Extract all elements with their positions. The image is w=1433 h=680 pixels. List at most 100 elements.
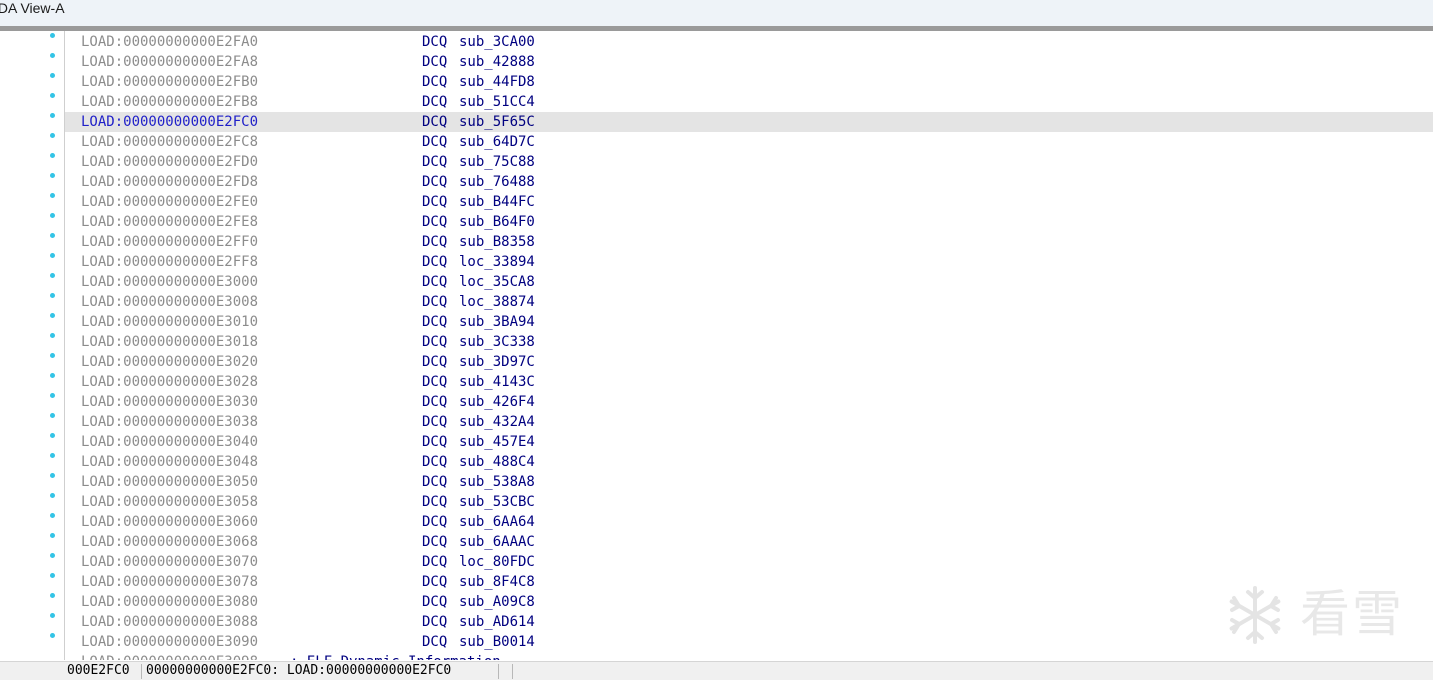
row-address[interactable]: LOAD:00000000000E3030 [81, 392, 258, 412]
row-mnemonic[interactable]: DCQ [422, 472, 447, 492]
row-address[interactable]: LOAD:00000000000E2FC0 [81, 112, 258, 132]
row-operand[interactable]: sub_5F65C [459, 112, 535, 132]
row-operand[interactable]: sub_426F4 [459, 392, 535, 412]
listing-row[interactable]: LOAD:00000000000E2FB0 DCQ sub_44FD8 [65, 72, 1433, 92]
row-mnemonic[interactable]: DCQ [422, 492, 447, 512]
listing-row[interactable]: LOAD:00000000000E2FD0 DCQ sub_75C88 [65, 152, 1433, 172]
row-mnemonic[interactable]: DCQ [422, 112, 447, 132]
row-operand[interactable]: sub_76488 [459, 172, 535, 192]
row-mnemonic[interactable]: DCQ [422, 612, 447, 632]
row-operand[interactable]: sub_457E4 [459, 432, 535, 452]
row-address[interactable]: LOAD:00000000000E2FD8 [81, 172, 258, 192]
disassembly-listing[interactable]: LOAD:00000000000E2FA0 DCQ sub_3CA00 LOAD:00… [65, 31, 1433, 660]
arrow-gutter[interactable] [0, 31, 62, 660]
listing-row[interactable]: LOAD:00000000000E3018 DCQ sub_3C338 [65, 332, 1433, 352]
listing-row[interactable]: LOAD:00000000000E3008 DCQ loc_38874 [65, 292, 1433, 312]
row-address[interactable]: LOAD:00000000000E3010 [81, 312, 258, 332]
row-address[interactable]: LOAD:00000000000E3088 [81, 612, 258, 632]
row-address[interactable]: LOAD:00000000000E3050 [81, 472, 258, 492]
breakpoint-dot-icon[interactable] [50, 393, 55, 398]
breakpoint-dot-icon[interactable] [50, 493, 55, 498]
breakpoint-dot-icon[interactable] [50, 373, 55, 378]
row-mnemonic[interactable]: DCQ [422, 412, 447, 432]
row-mnemonic[interactable]: DCQ [422, 392, 447, 412]
breakpoint-dot-icon[interactable] [50, 133, 55, 138]
row-mnemonic[interactable]: DCQ [422, 292, 447, 312]
row-mnemonic[interactable]: DCQ [422, 452, 447, 472]
row-address[interactable]: LOAD:00000000000E3078 [81, 572, 258, 592]
row-mnemonic[interactable]: DCQ [422, 332, 447, 352]
row-operand[interactable]: sub_B8358 [459, 232, 535, 252]
row-mnemonic[interactable]: DCQ [422, 632, 447, 652]
row-address[interactable]: LOAD:00000000000E3040 [81, 432, 258, 452]
breakpoint-dot-icon[interactable] [50, 573, 55, 578]
row-operand[interactable]: sub_B44FC [459, 192, 535, 212]
row-address[interactable]: LOAD:00000000000E2FB0 [81, 72, 258, 92]
breakpoint-dot-icon[interactable] [50, 173, 55, 178]
listing-row[interactable]: LOAD:00000000000E3068 DCQ sub_6AAAC [65, 532, 1433, 552]
row-operand[interactable]: sub_4143C [459, 372, 535, 392]
row-operand[interactable]: sub_B0014 [459, 632, 535, 652]
row-address[interactable]: LOAD:00000000000E3058 [81, 492, 258, 512]
breakpoint-dot-icon[interactable] [50, 533, 55, 538]
row-address[interactable]: LOAD:00000000000E3018 [81, 332, 258, 352]
breakpoint-dot-icon[interactable] [50, 233, 55, 238]
row-mnemonic[interactable]: DCQ [422, 52, 447, 72]
row-operand[interactable]: sub_6AAAC [459, 532, 535, 552]
breakpoint-dot-icon[interactable] [50, 593, 55, 598]
row-operand[interactable]: sub_538A8 [459, 472, 535, 492]
listing-row[interactable]: LOAD:00000000000E2FE0 DCQ sub_B44FC [65, 192, 1433, 212]
breakpoint-dot-icon[interactable] [50, 633, 55, 638]
listing-row[interactable]: LOAD:00000000000E3020 DCQ sub_3D97C [65, 352, 1433, 372]
row-address[interactable]: LOAD:00000000000E3038 [81, 412, 258, 432]
breakpoint-dot-icon[interactable] [50, 613, 55, 618]
row-mnemonic[interactable]: DCQ [422, 432, 447, 452]
row-address[interactable]: LOAD:00000000000E3060 [81, 512, 258, 532]
row-mnemonic[interactable]: DCQ [422, 252, 447, 272]
row-operand[interactable]: loc_35CA8 [459, 272, 535, 292]
row-address[interactable]: LOAD:00000000000E2FE8 [81, 212, 258, 232]
row-mnemonic[interactable]: DCQ [422, 352, 447, 372]
listing-row[interactable]: LOAD:00000000000E3070 DCQ loc_80FDC [65, 552, 1433, 572]
row-operand[interactable]: sub_432A4 [459, 412, 535, 432]
row-address[interactable]: LOAD:00000000000E3028 [81, 372, 258, 392]
row-operand[interactable]: sub_53CBC [459, 492, 535, 512]
row-operand[interactable]: sub_8F4C8 [459, 572, 535, 592]
breakpoint-dot-icon[interactable] [50, 93, 55, 98]
breakpoint-dot-icon[interactable] [50, 333, 55, 338]
row-mnemonic[interactable]: DCQ [422, 132, 447, 152]
row-mnemonic[interactable]: DCQ [422, 32, 447, 52]
row-address[interactable]: LOAD:00000000000E3098 [81, 652, 258, 660]
row-operand[interactable]: sub_3BA94 [459, 312, 535, 332]
listing-row[interactable]: LOAD:00000000000E3050 DCQ sub_538A8 [65, 472, 1433, 492]
listing-row[interactable]: LOAD:00000000000E3028 DCQ sub_4143C [65, 372, 1433, 392]
row-operand[interactable]: sub_64D7C [459, 132, 535, 152]
listing-row[interactable]: LOAD:00000000000E2FA8 DCQ sub_42888 [65, 52, 1433, 72]
row-address[interactable]: LOAD:00000000000E3070 [81, 552, 258, 572]
listing-row[interactable]: LOAD:00000000000E2FC8 DCQ sub_64D7C [65, 132, 1433, 152]
breakpoint-dot-icon[interactable] [50, 513, 55, 518]
breakpoint-dot-icon[interactable] [50, 553, 55, 558]
row-address[interactable]: LOAD:00000000000E3000 [81, 272, 258, 292]
listing-row[interactable]: LOAD:00000000000E2FC0 DCQ sub_5F65C [65, 112, 1433, 132]
row-mnemonic[interactable]: DCQ [422, 572, 447, 592]
row-mnemonic[interactable]: DCQ [422, 92, 447, 112]
listing-row[interactable]: LOAD:00000000000E2FF8 DCQ loc_33894 [65, 252, 1433, 272]
listing-row[interactable]: LOAD:00000000000E2FE8 DCQ sub_B64F0 [65, 212, 1433, 232]
row-address[interactable]: LOAD:00000000000E3008 [81, 292, 258, 312]
breakpoint-dot-icon[interactable] [50, 53, 55, 58]
breakpoint-dot-icon[interactable] [50, 253, 55, 258]
row-mnemonic[interactable]: DCQ [422, 532, 447, 552]
row-address[interactable]: LOAD:00000000000E2FF8 [81, 252, 258, 272]
row-address[interactable]: LOAD:00000000000E2FD0 [81, 152, 258, 172]
breakpoint-dot-icon[interactable] [50, 353, 55, 358]
listing-row[interactable]: LOAD:00000000000E3048 DCQ sub_488C4 [65, 452, 1433, 472]
row-operand[interactable]: sub_3CA00 [459, 32, 535, 52]
row-mnemonic[interactable]: DCQ [422, 192, 447, 212]
breakpoint-dot-icon[interactable] [50, 33, 55, 38]
breakpoint-dot-icon[interactable] [50, 313, 55, 318]
listing-row[interactable]: LOAD:00000000000E3030 DCQ sub_426F4 [65, 392, 1433, 412]
row-operand[interactable]: sub_AD614 [459, 612, 535, 632]
row-address[interactable]: LOAD:00000000000E3090 [81, 632, 258, 652]
row-address[interactable]: LOAD:00000000000E2FC8 [81, 132, 258, 152]
